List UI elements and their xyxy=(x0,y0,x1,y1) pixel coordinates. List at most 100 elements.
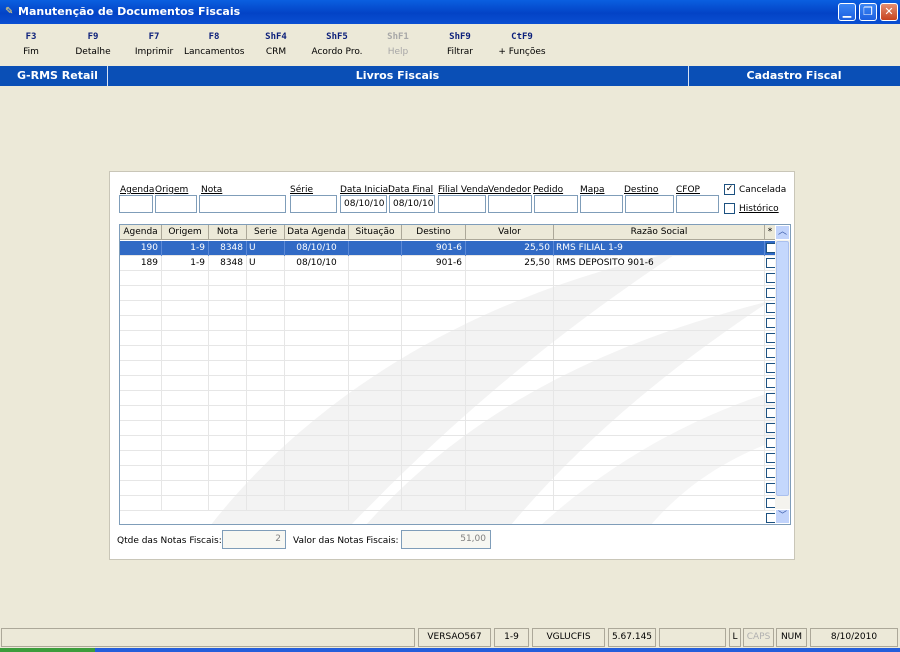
fkey-label: Filtrar xyxy=(447,47,473,57)
fkey-mais-funcoes[interactable]: CtF9 + Funções xyxy=(492,32,552,57)
empty-cell xyxy=(402,331,466,346)
status-build: 5.67.145 xyxy=(608,628,656,647)
fkey-code: ShF9 xyxy=(449,32,471,42)
empty-cell xyxy=(554,286,765,301)
empty-table-row xyxy=(120,346,775,361)
filter-label-pedido: Pedido xyxy=(533,185,564,195)
empty-cell xyxy=(554,331,765,346)
empty-cell xyxy=(247,376,285,391)
empty-cell xyxy=(209,436,247,451)
close-button[interactable]: ✕ xyxy=(880,3,898,21)
empty-cell xyxy=(285,451,349,466)
col-serie[interactable]: Serie xyxy=(247,225,285,240)
agenda-input[interactable] xyxy=(119,195,153,213)
historico-checkbox[interactable] xyxy=(724,203,735,214)
empty-cell xyxy=(349,361,402,376)
empty-cell xyxy=(162,376,209,391)
empty-cell xyxy=(402,346,466,361)
empty-cell xyxy=(285,346,349,361)
cancelada-checkbox[interactable]: ✓ xyxy=(724,184,735,195)
status-date: 8/10/2010 xyxy=(810,628,898,647)
filter-label-agenda: Agenda xyxy=(120,185,155,195)
app-icon: ✎ xyxy=(5,6,14,17)
restore-icon: ❐ xyxy=(863,5,873,18)
qtde-notas-value: 2 xyxy=(222,530,286,549)
col-marker[interactable]: * xyxy=(765,225,775,240)
empty-cell xyxy=(120,346,162,361)
empty-cell xyxy=(247,301,285,316)
vertical-scrollbar[interactable]: ︿ ﹀ xyxy=(775,225,790,524)
fkey-label: Detalhe xyxy=(75,47,111,57)
fkey-detalhe[interactable]: F9 Detalhe xyxy=(63,32,123,57)
chevron-down-icon: ﹀ xyxy=(777,511,787,521)
minimize-icon: ▁ xyxy=(842,5,852,18)
status-message xyxy=(1,628,415,647)
fkey-code: F7 xyxy=(148,32,160,42)
empty-cell xyxy=(162,481,209,496)
col-razao-social[interactable]: Razão Social xyxy=(554,225,765,240)
scrollbar-thumb[interactable] xyxy=(776,241,789,496)
empty-table-row xyxy=(120,331,775,346)
empty-cell xyxy=(402,361,466,376)
restore-button[interactable]: ❐ xyxy=(859,3,877,21)
table-row[interactable]: 189 1-9 8348 U 08/10/10 901-6 25,50 RMS … xyxy=(120,256,775,271)
cfop-input[interactable] xyxy=(676,195,719,213)
fkey-code: F8 xyxy=(208,32,220,42)
empty-table-row xyxy=(120,481,775,496)
filter-label-serie: Série xyxy=(290,185,313,195)
mapa-input[interactable] xyxy=(580,195,623,213)
destino-input[interactable] xyxy=(625,195,674,213)
empty-cell xyxy=(285,361,349,376)
scroll-down-button[interactable]: ﹀ xyxy=(775,509,790,524)
empty-cell xyxy=(209,451,247,466)
empty-cell xyxy=(120,301,162,316)
empty-cell xyxy=(554,271,765,286)
serie-input[interactable] xyxy=(290,195,337,213)
fkey-imprimir[interactable]: F7 Imprimir xyxy=(124,32,184,57)
col-destino[interactable]: Destino xyxy=(402,225,466,240)
pedido-input[interactable] xyxy=(534,195,578,213)
fkey-filtrar[interactable]: ShF9 Filtrar xyxy=(430,32,490,57)
empty-cell xyxy=(120,391,162,406)
empty-cell xyxy=(285,391,349,406)
table-row[interactable]: 190 1-9 8348 U 08/10/10 901-6 25,50 RMS … xyxy=(120,241,775,256)
nota-input[interactable] xyxy=(199,195,286,213)
vendedor-input[interactable] xyxy=(488,195,532,213)
window-title-bar[interactable]: ✎ Manutenção de Documentos Fiscais ▁ ❐ ✕ xyxy=(0,0,900,24)
document-panel: Agenda Origem Nota Série Data Inicial Da… xyxy=(109,171,795,560)
col-data-agenda[interactable]: Data Agenda xyxy=(285,225,349,240)
filial-venda-input[interactable] xyxy=(438,195,486,213)
empty-cell xyxy=(247,436,285,451)
empty-table-row xyxy=(120,421,775,436)
fkey-label: CRM xyxy=(265,47,287,57)
fkey-acordo-pro[interactable]: ShF5 Acordo Pro. xyxy=(307,32,367,57)
col-origem[interactable]: Origem xyxy=(162,225,209,240)
filter-label-cfop: CFOP xyxy=(676,185,700,195)
cell-data-agenda: 08/10/10 xyxy=(285,241,349,256)
empty-cell xyxy=(162,316,209,331)
scroll-up-button[interactable]: ︿ xyxy=(775,225,790,240)
filter-label-mapa: Mapa xyxy=(580,185,605,195)
origem-input[interactable] xyxy=(155,195,197,213)
empty-table-row xyxy=(120,451,775,466)
empty-cell xyxy=(466,466,554,481)
data-final-input[interactable]: 08/10/10 xyxy=(389,195,435,213)
data-inicial-input[interactable]: 08/10/10 xyxy=(340,195,387,213)
empty-cell xyxy=(466,331,554,346)
minimize-button[interactable]: ▁ xyxy=(838,3,856,21)
cell-agenda: 190 xyxy=(120,241,162,256)
empty-cell xyxy=(466,406,554,421)
col-nota[interactable]: Nota xyxy=(209,225,247,240)
empty-cell xyxy=(247,406,285,421)
empty-cell xyxy=(247,361,285,376)
empty-cell xyxy=(285,496,349,511)
fkey-crm[interactable]: ShF4 CRM xyxy=(246,32,306,57)
col-valor[interactable]: Valor xyxy=(466,225,554,240)
empty-cell xyxy=(466,376,554,391)
fkey-lancamentos[interactable]: F8 Lancamentos xyxy=(184,32,244,57)
fkey-fim[interactable]: F3 Fim xyxy=(1,32,61,57)
empty-cell xyxy=(402,496,466,511)
fkey-label: Fim xyxy=(23,47,39,57)
col-situacao[interactable]: Situação xyxy=(349,225,402,240)
col-agenda[interactable]: Agenda xyxy=(120,225,162,240)
